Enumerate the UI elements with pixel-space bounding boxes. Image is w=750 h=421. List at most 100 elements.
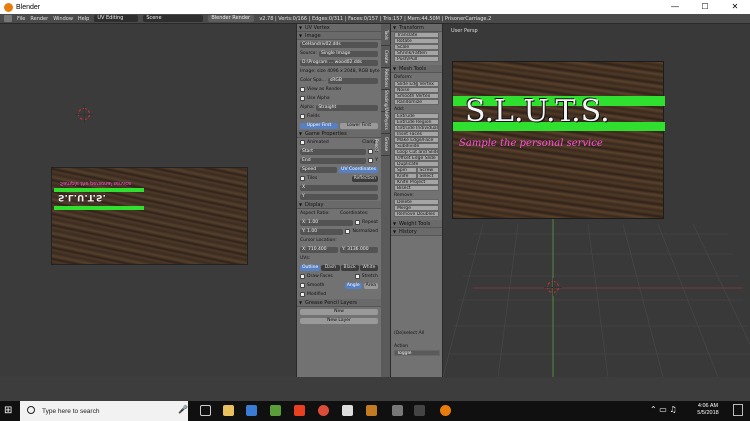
menu-window[interactable]: Window xyxy=(53,16,73,22)
calculator-icon[interactable] xyxy=(392,405,403,416)
uv-2d-cursor[interactable] xyxy=(75,105,93,123)
history-header[interactable]: History xyxy=(391,228,442,236)
weight-tools-header[interactable]: Weight Tools xyxy=(391,220,442,228)
paint-icon[interactable] xyxy=(294,405,305,416)
clock[interactable]: 4:06 AM 5/5/2018 xyxy=(690,403,726,417)
clamp-y-checkbox[interactable] xyxy=(368,158,374,163)
minimize-button[interactable]: — xyxy=(660,0,690,14)
aspect-y-field[interactable]: Y: 1.00 xyxy=(300,228,344,235)
colorspace-select[interactable]: sRGB xyxy=(327,77,378,84)
editor-type-icon[interactable] xyxy=(4,15,12,22)
signature-app-icon[interactable] xyxy=(414,405,425,416)
mesh-tools-header[interactable]: Mesh Tools xyxy=(391,65,442,73)
knife-select-button[interactable]: Select xyxy=(416,173,439,179)
notifications-icon[interactable] xyxy=(733,404,743,416)
remove-doubles-button[interactable]: Remove Doubles xyxy=(394,211,439,217)
draw-faces-checkbox[interactable] xyxy=(300,274,305,279)
uv-mode-dash[interactable]: Dash xyxy=(321,264,340,271)
modified-checkbox[interactable] xyxy=(300,292,305,297)
alpha-select[interactable]: Straight xyxy=(316,104,378,111)
tiles-x-field[interactable]: X xyxy=(300,184,378,191)
sign-mesh[interactable]: S.L.U.T.S. Sample the personal service xyxy=(452,61,665,219)
scene-select[interactable]: Scene xyxy=(143,15,204,22)
render-engine-select[interactable]: Blender Render xyxy=(208,15,255,22)
bisect-button[interactable]: Bisect xyxy=(394,185,439,191)
animated-checkbox[interactable] xyxy=(300,140,305,145)
area-button[interactable]: Area xyxy=(363,282,378,289)
task-view-icon[interactable] xyxy=(200,405,211,416)
layout-select[interactable]: UV Editing xyxy=(94,15,139,22)
game-properties-header[interactable]: Game Properties xyxy=(297,130,381,138)
fields-checkbox[interactable] xyxy=(300,114,305,119)
source-select[interactable]: Single Image xyxy=(318,50,378,57)
tab-relations[interactable]: Relations xyxy=(381,68,391,90)
repeat-checkbox[interactable] xyxy=(355,220,361,225)
end-field[interactable]: End xyxy=(300,157,367,164)
tab-tools[interactable]: Tools xyxy=(381,24,391,46)
use-alpha-checkbox[interactable] xyxy=(300,96,305,101)
slide-vertex-button[interactable]: Vertex xyxy=(416,81,439,87)
start-field[interactable]: Start xyxy=(300,148,366,155)
angle-button[interactable]: Angle xyxy=(344,282,362,289)
view-as-render-checkbox[interactable] xyxy=(300,87,305,92)
uv-coordinates-button[interactable]: UV Coordinates xyxy=(339,166,378,173)
aspect-y-value: 1.00 xyxy=(307,228,318,234)
menu-render[interactable]: Render xyxy=(30,16,48,22)
tiles-label: Tiles xyxy=(307,176,318,181)
tab-physics[interactable]: Physics xyxy=(381,112,391,134)
uv-mode-white[interactable]: White xyxy=(359,264,378,271)
grease-pencil-header[interactable]: Grease Pencil Layers xyxy=(297,299,381,307)
microphone-icon[interactable]: 🎤 xyxy=(178,405,188,414)
chrome-icon[interactable] xyxy=(318,405,329,416)
aspect-x-field[interactable]: X: 1.00 xyxy=(300,219,354,226)
notepad-icon[interactable] xyxy=(342,405,353,416)
uv-vertex-header[interactable]: UV Vertex xyxy=(297,24,381,32)
3d-cursor[interactable] xyxy=(544,278,562,296)
windows-start-icon[interactable]: ⊞ xyxy=(4,405,15,416)
speed-field[interactable]: Speed xyxy=(300,166,338,173)
randomize-button[interactable]: Randomize xyxy=(394,99,439,105)
normalized-checkbox[interactable] xyxy=(345,229,351,234)
uv-mode-outline[interactable]: Outline xyxy=(300,264,321,271)
maximize-button[interactable]: ☐ xyxy=(690,0,720,14)
tab-shading-uvs[interactable]: Shading/UVs xyxy=(381,90,391,115)
deselect-all-title: (De)select All xyxy=(394,331,425,336)
upper-first-button[interactable]: Upper First xyxy=(300,122,338,129)
tiles-y-field[interactable]: Y xyxy=(300,193,378,200)
grease-new-button[interactable]: New xyxy=(300,308,378,315)
app-icon[interactable] xyxy=(270,405,281,416)
store-icon[interactable] xyxy=(246,405,257,416)
close-button[interactable]: ✕ xyxy=(720,0,750,14)
transform-header[interactable]: Transform xyxy=(391,24,442,32)
filepath-field[interactable]: D:\Program ... wood02.dds xyxy=(300,59,378,66)
knife-button[interactable]: Knife xyxy=(394,173,417,179)
image-info-text: Image: size 4096 x 2048, RGB byte xyxy=(300,69,380,74)
tiles-checkbox[interactable] xyxy=(300,176,305,181)
new-layer-button[interactable]: New Layer xyxy=(300,317,378,324)
tab-create[interactable]: Create xyxy=(381,46,391,68)
action-select[interactable]: Toggle xyxy=(394,350,440,356)
cursor-y-field[interactable]: Y: 3136.000 xyxy=(340,246,378,253)
smooth-checkbox[interactable] xyxy=(300,283,305,288)
stretch-checkbox[interactable] xyxy=(354,274,360,279)
menu-file[interactable]: File xyxy=(17,16,25,22)
blender-taskbar-icon[interactable] xyxy=(440,405,451,416)
lower-first-button[interactable]: Lower First xyxy=(340,122,378,129)
file-explorer-icon[interactable] xyxy=(223,405,234,416)
uv-mode-black[interactable]: Black xyxy=(340,264,359,271)
menu-help[interactable]: Help xyxy=(78,16,89,22)
taskbar-search-input[interactable]: Type here to search 🎤 xyxy=(20,401,188,421)
draw-faces-label: Draw Faces xyxy=(307,274,333,279)
smooth-label: Smooth xyxy=(307,283,325,288)
cursor-x-field[interactable]: X: 710.400 xyxy=(300,246,338,253)
image-header[interactable]: Image xyxy=(297,32,381,40)
system-tray-icons[interactable]: ⌃ ▭ ♫ xyxy=(650,405,677,414)
display-header[interactable]: Display xyxy=(297,201,381,209)
tab-grease-pencil[interactable]: Grease Pencil xyxy=(374,134,391,156)
push-pull-button[interactable]: Push/Pull xyxy=(394,56,439,62)
image-name-field[interactable]: CeHandriv02.dds xyxy=(300,41,378,48)
game-icon[interactable] xyxy=(366,405,377,416)
slide-edge-button[interactable]: Slide Edge xyxy=(394,81,417,87)
cursor-location-label: Cursor Location: xyxy=(300,238,337,243)
reflection-button[interactable]: Reflection xyxy=(351,175,378,182)
